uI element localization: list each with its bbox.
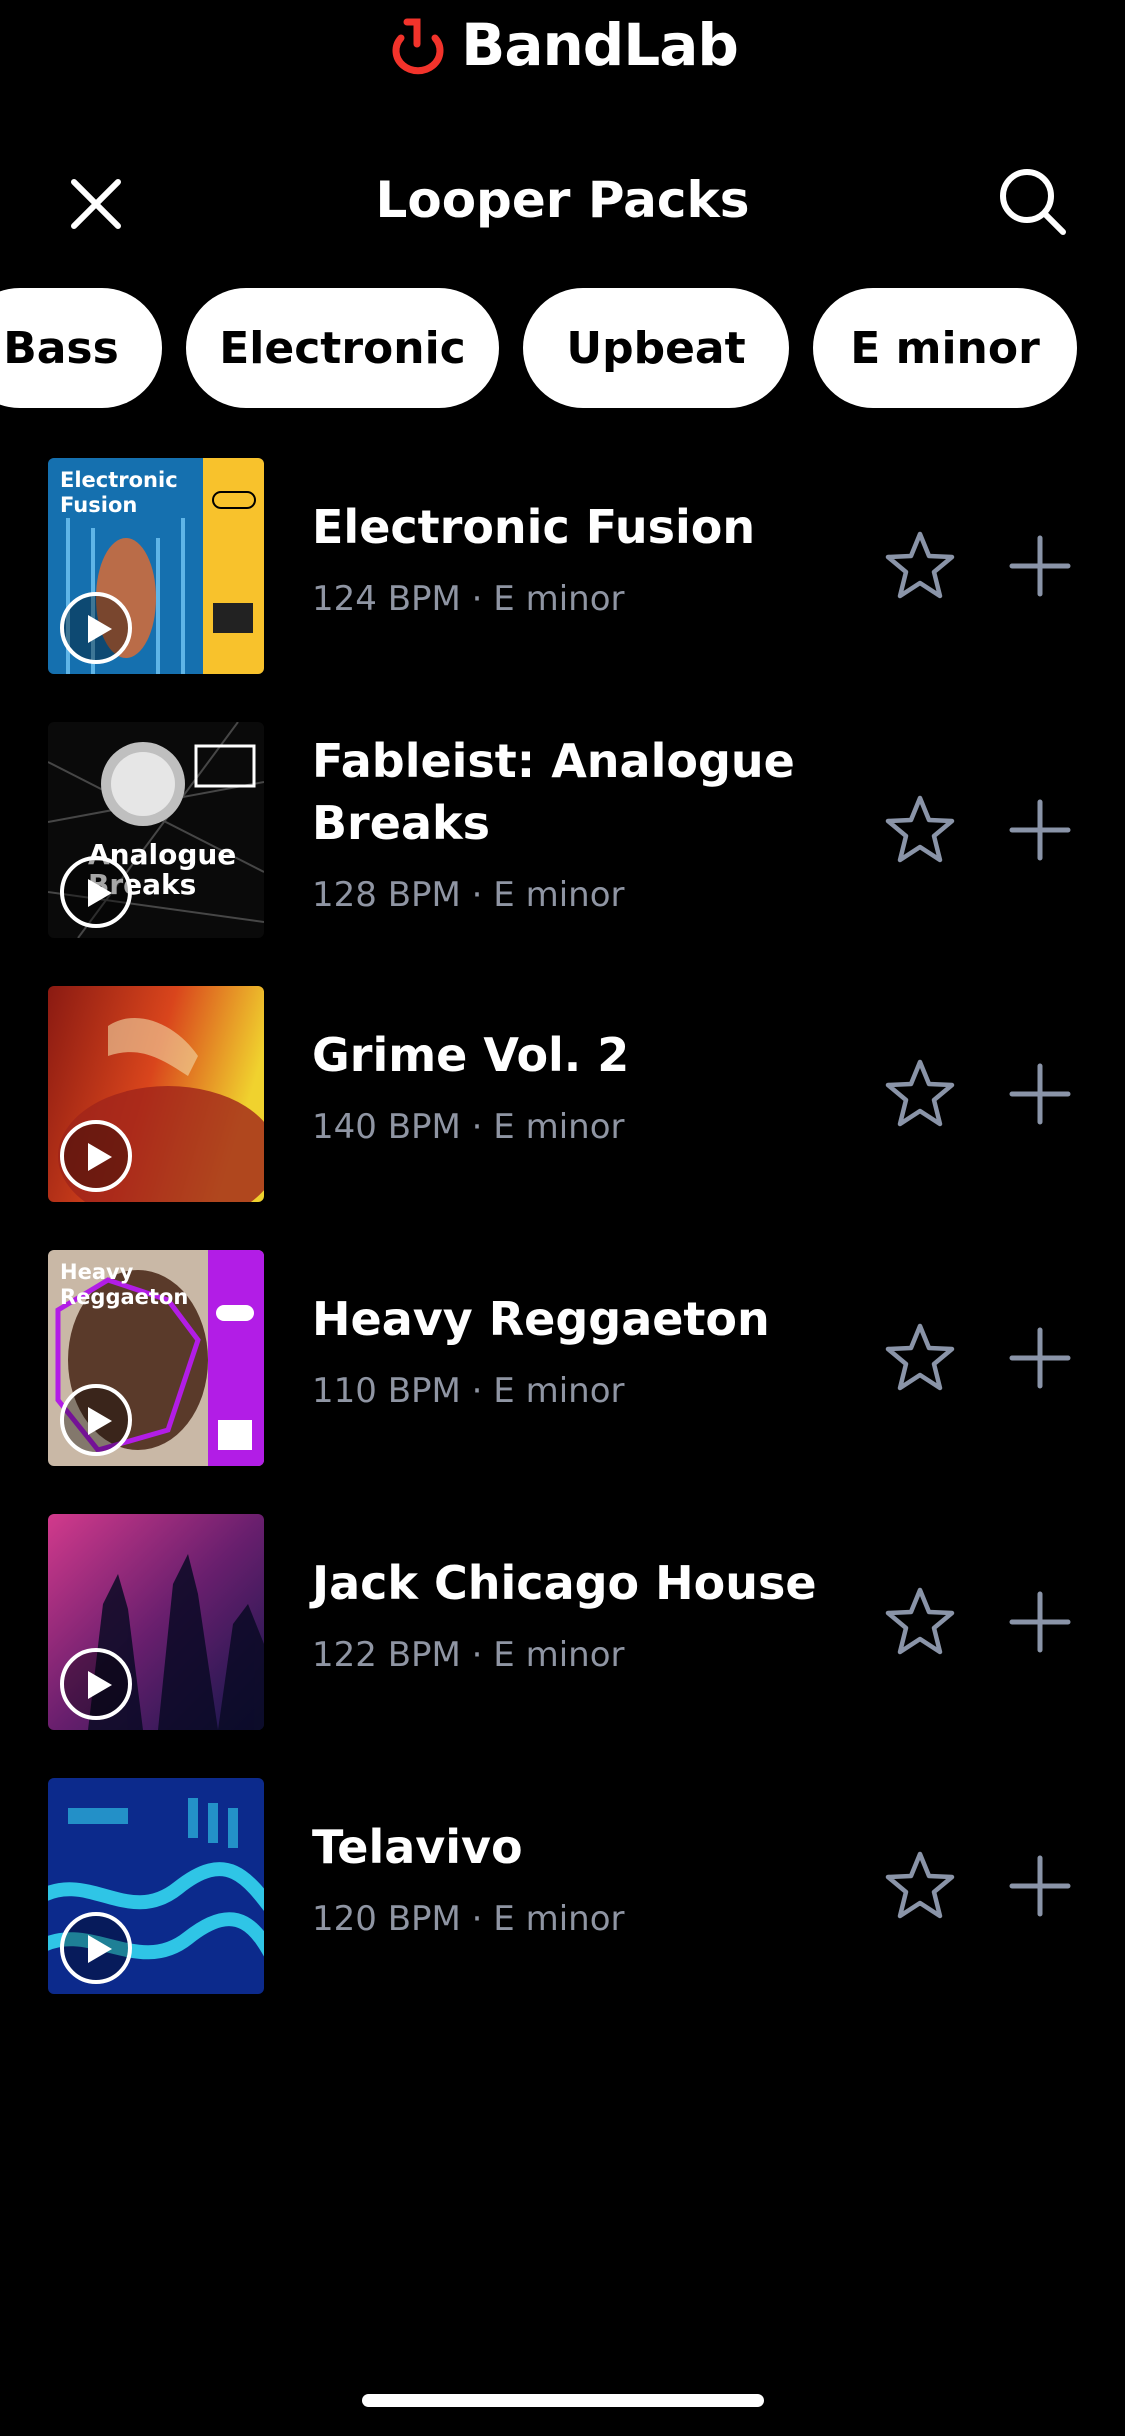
pack-title: Jack Chicago House (312, 1556, 817, 1610)
play-icon (88, 1935, 112, 1963)
bandlab-logo-icon (392, 18, 444, 75)
pack-details: 128 BPM · E minor (312, 875, 625, 915)
brand-header: BandLab (0, 10, 1125, 80)
filter-chip-e-minor[interactable]: E minor (813, 288, 1077, 408)
filter-chip-bass[interactable]: Bass (0, 288, 162, 408)
play-button[interactable] (60, 1384, 132, 1456)
plus-icon (1009, 535, 1071, 597)
list-item[interactable]: Electronic Fusion Electronic Fusion 124 … (0, 456, 1125, 676)
star-outline-icon (885, 1323, 955, 1391)
pack-title: Telavivo (312, 1820, 523, 1874)
add-button[interactable] (1000, 1054, 1080, 1134)
play-button[interactable] (60, 1648, 132, 1720)
play-button[interactable] (60, 1120, 132, 1192)
pack-info: Grime Vol. 2 140 BPM · E minor (312, 1024, 872, 1150)
pack-info: Telavivo 120 BPM · E minor (312, 1816, 872, 1942)
artwork-caption: Heavy Reggaeton (60, 1260, 189, 1309)
search-icon (1000, 169, 1066, 235)
play-icon (88, 615, 112, 643)
play-icon (88, 879, 112, 907)
star-outline-icon (885, 1059, 955, 1127)
plus-icon (1009, 1063, 1071, 1125)
add-button[interactable] (1000, 1582, 1080, 1662)
play-button[interactable] (60, 592, 132, 664)
pack-artwork[interactable] (48, 1514, 264, 1730)
pack-title: Heavy Reggaeton (312, 1292, 770, 1346)
play-icon (88, 1407, 112, 1435)
plus-icon (1009, 1855, 1071, 1917)
filter-chip-electronic[interactable]: Electronic (186, 288, 499, 408)
search-button[interactable] (993, 162, 1073, 242)
list-item[interactable]: Telavivo 120 BPM · E minor (0, 1776, 1125, 1996)
favorite-button[interactable] (880, 1054, 960, 1134)
plus-icon (1009, 1327, 1071, 1389)
star-outline-icon (885, 531, 955, 599)
pack-info: Electronic Fusion 124 BPM · E minor (312, 496, 872, 622)
star-outline-icon (885, 1851, 955, 1919)
home-indicator[interactable] (362, 2394, 764, 2407)
play-icon (88, 1143, 112, 1171)
filter-chips: Bass Electronic Upbeat E minor (0, 288, 1125, 408)
favorite-button[interactable] (880, 1846, 960, 1926)
pack-artwork[interactable] (48, 986, 264, 1202)
favorite-button[interactable] (880, 790, 960, 870)
play-button[interactable] (60, 1912, 132, 1984)
pack-details: 140 BPM · E minor (312, 1107, 625, 1147)
pack-info: Jack Chicago House 122 BPM · E minor (312, 1552, 872, 1678)
add-button[interactable] (1000, 1318, 1080, 1398)
plus-icon (1009, 799, 1071, 861)
pack-info: Fableist: Analogue Breaks 128 BPM · E mi… (312, 730, 872, 918)
pack-artwork[interactable] (48, 1778, 264, 1994)
brand-name: BandLab (461, 11, 739, 79)
star-outline-icon (885, 795, 955, 863)
pack-info: Heavy Reggaeton 110 BPM · E minor (312, 1288, 872, 1414)
pack-artwork[interactable]: Heavy Reggaeton (48, 1250, 264, 1466)
list-item[interactable]: Grime Vol. 2 140 BPM · E minor (0, 984, 1125, 1204)
favorite-button[interactable] (880, 526, 960, 606)
pack-title: Electronic Fusion (312, 500, 756, 554)
add-button[interactable] (1000, 526, 1080, 606)
pack-details: 122 BPM · E minor (312, 1635, 625, 1675)
page-title: Looper Packs (375, 171, 750, 229)
star-outline-icon (885, 1587, 955, 1655)
pack-artwork[interactable]: Analogue Breaks (48, 722, 264, 938)
favorite-button[interactable] (880, 1582, 960, 1662)
play-icon (88, 1671, 112, 1699)
plus-icon (1009, 1591, 1071, 1653)
list-item[interactable]: Heavy Reggaeton Heavy Reggaeton 110 BPM … (0, 1248, 1125, 1468)
artwork-caption: Electronic Fusion (60, 468, 178, 517)
list-item[interactable]: Jack Chicago House 122 BPM · E minor (0, 1512, 1125, 1732)
play-button[interactable] (60, 856, 132, 928)
pack-title: Grime Vol. 2 (312, 1028, 630, 1082)
pack-artwork[interactable]: Electronic Fusion (48, 458, 264, 674)
add-button[interactable] (1000, 1846, 1080, 1926)
pack-title: Fableist: Analogue Breaks (312, 734, 795, 850)
favorite-button[interactable] (880, 1318, 960, 1398)
filter-chip-upbeat[interactable]: Upbeat (523, 288, 789, 408)
list-item[interactable]: Analogue Breaks Fableist: Analogue Break… (0, 720, 1125, 940)
pack-details: 124 BPM · E minor (312, 579, 625, 619)
add-button[interactable] (1000, 790, 1080, 870)
pack-details: 110 BPM · E minor (312, 1371, 625, 1411)
pack-details: 120 BPM · E minor (312, 1899, 625, 1939)
page-header: Looper Packs (0, 150, 1125, 250)
